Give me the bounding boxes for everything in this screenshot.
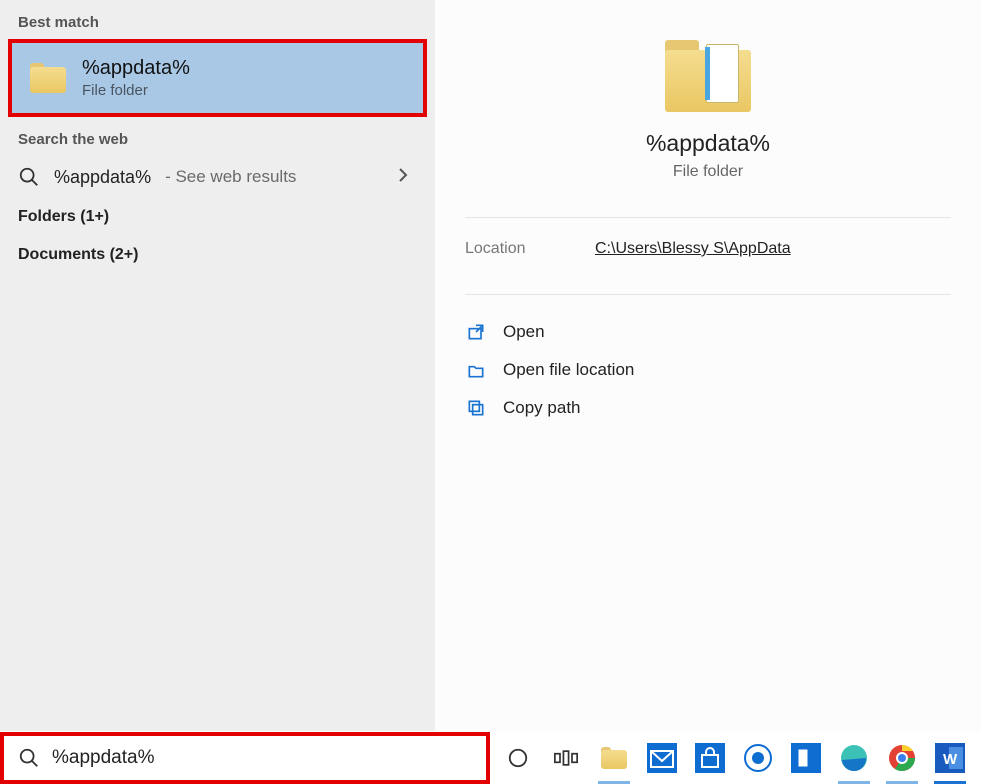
taskbar-app-explorer[interactable]	[594, 738, 634, 778]
mail-icon	[647, 743, 677, 773]
detail-subtitle: File folder	[673, 163, 743, 181]
location-path-link[interactable]: C:\Users\Blessy S\AppData	[595, 240, 791, 258]
open-icon	[465, 321, 487, 343]
action-copy-path[interactable]: Copy path	[435, 389, 981, 427]
search-web-header: Search the web	[0, 117, 435, 156]
web-result-hint: - See web results	[165, 167, 296, 187]
store-icon	[695, 743, 725, 773]
web-search-result[interactable]: %appdata% - See web results	[0, 156, 435, 198]
action-open-location[interactable]: Open file location	[435, 351, 981, 389]
svg-text:W: W	[943, 751, 958, 768]
category-documents[interactable]: Documents (2+)	[0, 236, 435, 274]
chevron-right-icon	[397, 167, 417, 188]
search-icon	[18, 166, 40, 188]
folder-hero-icon	[665, 40, 751, 112]
divider	[465, 217, 951, 218]
search-input[interactable]	[52, 747, 472, 769]
cortana-icon[interactable]	[498, 738, 538, 778]
web-result-term: %appdata%	[54, 167, 151, 188]
task-view-icon[interactable]	[546, 738, 586, 778]
action-open[interactable]: Open	[435, 313, 981, 351]
best-match-title: %appdata%	[82, 57, 190, 80]
dell-icon	[744, 744, 772, 772]
search-icon	[18, 747, 40, 769]
location-label: Location	[465, 240, 595, 258]
word-icon: W	[935, 743, 965, 773]
taskbar-app-store[interactable]	[690, 738, 730, 778]
copy-icon	[465, 397, 487, 419]
divider	[465, 294, 951, 295]
chrome-icon	[888, 744, 916, 772]
taskbar-search-box[interactable]	[0, 732, 490, 784]
action-label: Open	[503, 322, 545, 342]
taskbar-app-chrome[interactable]	[882, 738, 922, 778]
best-match-subtitle: File folder	[82, 82, 190, 99]
taskbar: W	[0, 731, 981, 784]
action-label: Open file location	[503, 360, 634, 380]
folder-icon	[30, 63, 66, 93]
edge-icon	[840, 744, 868, 772]
detail-pane: %appdata% File folder Location C:\Users\…	[435, 0, 981, 731]
taskbar-app-word[interactable]: W	[930, 738, 970, 778]
action-label: Copy path	[503, 398, 581, 418]
folder-icon	[601, 747, 627, 769]
search-results-pane: Best match %appdata% File folder Search …	[0, 0, 435, 731]
category-folders[interactable]: Folders (1+)	[0, 198, 435, 236]
open-location-icon	[465, 359, 487, 381]
best-match-result[interactable]: %appdata% File folder	[8, 39, 427, 117]
location-row: Location C:\Users\Blessy S\AppData	[435, 236, 981, 276]
office-icon	[791, 743, 821, 773]
taskbar-app-office[interactable]	[786, 738, 826, 778]
best-match-header: Best match	[0, 0, 435, 39]
taskbar-app-edge[interactable]	[834, 738, 874, 778]
taskbar-app-dell[interactable]	[738, 738, 778, 778]
detail-title: %appdata%	[646, 130, 770, 157]
taskbar-app-mail[interactable]	[642, 738, 682, 778]
